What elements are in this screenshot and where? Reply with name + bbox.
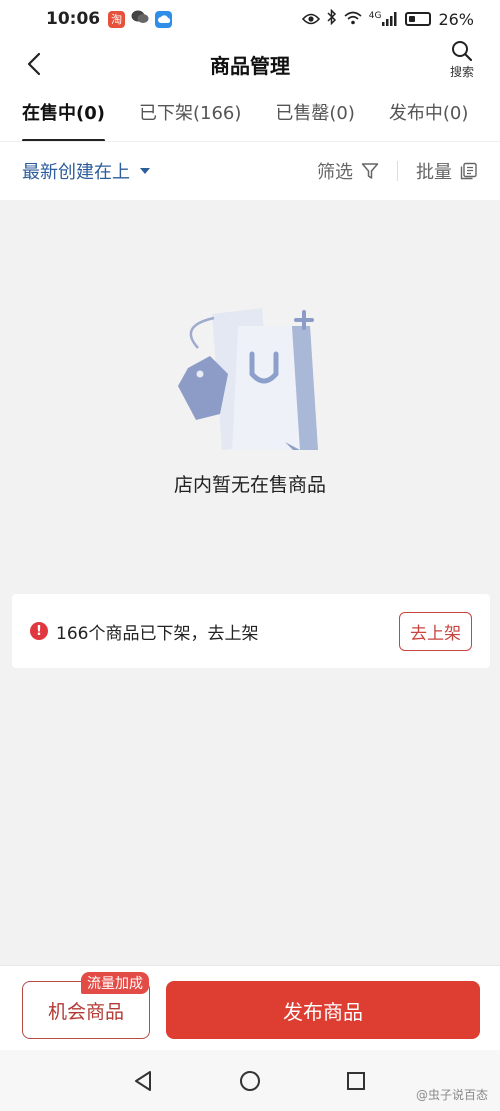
- header: 商品管理 搜索: [0, 38, 500, 90]
- nav-home-button[interactable]: [238, 1069, 262, 1093]
- system-nav-bar: @虫子说百态: [0, 1050, 500, 1111]
- publish-product-button[interactable]: 发布商品: [166, 981, 480, 1039]
- status-tabs: 在售中(0) 已下架(166) 已售罄(0) 发布中(0) 已: [0, 90, 500, 142]
- square-recents-icon: [347, 1072, 365, 1090]
- tab-sold-out[interactable]: 已售罄(0): [275, 90, 355, 141]
- bluetooth-icon: [327, 8, 337, 29]
- status-time: 10:06: [46, 9, 101, 29]
- tab-publishing[interactable]: 发布中(0): [389, 90, 469, 141]
- eye-icon: [301, 10, 320, 29]
- status-right: 4G 26%: [301, 8, 474, 29]
- batch-list-icon: [460, 162, 477, 180]
- wechat-icon: [131, 9, 149, 30]
- triangle-back-icon: [135, 1071, 151, 1091]
- taobao-app-icon: 淘: [108, 10, 126, 28]
- delisted-notice-card: ! 166个商品已下架，去上架 去上架: [12, 594, 490, 668]
- sort-label: 最新创建在上: [22, 162, 130, 183]
- go-list-button[interactable]: 去上架: [399, 611, 472, 651]
- signal-icon: 4G: [369, 12, 399, 26]
- network-type: 4G: [368, 11, 382, 21]
- bottom-action-bar: 机会商品 流量加成 发布商品: [0, 965, 500, 1050]
- circle-home-icon: [240, 1071, 260, 1091]
- tab-delisted[interactable]: 已下架(166): [139, 90, 241, 141]
- divider: [397, 161, 398, 181]
- battery-icon: [405, 12, 432, 26]
- empty-shopping-bag-illustration: [160, 300, 340, 460]
- filter-button[interactable]: 筛选: [317, 158, 379, 184]
- status-bar: 10:06 淘 4G 26%: [0, 0, 500, 38]
- sort-dropdown[interactable]: 最新创建在上: [22, 158, 150, 184]
- batch-button[interactable]: 批量: [416, 158, 478, 184]
- tab-on-sale[interactable]: 在售中(0): [22, 90, 105, 141]
- caret-down-icon: [140, 168, 150, 174]
- batch-label: 批量: [416, 162, 452, 183]
- alert-icon: !: [30, 622, 48, 640]
- page-title: 商品管理: [210, 54, 290, 78]
- nav-recents-button[interactable]: [344, 1069, 368, 1093]
- filter-bar: 最新创建在上 筛选 批量: [0, 142, 500, 200]
- traffic-boost-badge: 流量加成: [81, 972, 149, 994]
- search-label: 搜索: [449, 65, 474, 79]
- filter-label: 筛选: [317, 162, 353, 183]
- empty-state-text: 店内暂无在售商品: [173, 474, 326, 496]
- notice-text: 166个商品已下架，去上架: [56, 623, 259, 644]
- status-left: 10:06 淘: [46, 9, 173, 30]
- search-button[interactable]: 搜索: [442, 40, 482, 88]
- wifi-icon: [344, 10, 362, 29]
- funnel-icon: [361, 163, 379, 179]
- filter-actions: 筛选 批量: [317, 158, 478, 184]
- watermark: @虫子说百态: [415, 1088, 488, 1102]
- cloud-app-icon: [155, 10, 173, 28]
- battery-percent: 26%: [438, 9, 474, 29]
- shopping-bag-icon: [178, 308, 318, 450]
- nav-back-button[interactable]: [131, 1069, 155, 1093]
- search-icon: [452, 41, 473, 62]
